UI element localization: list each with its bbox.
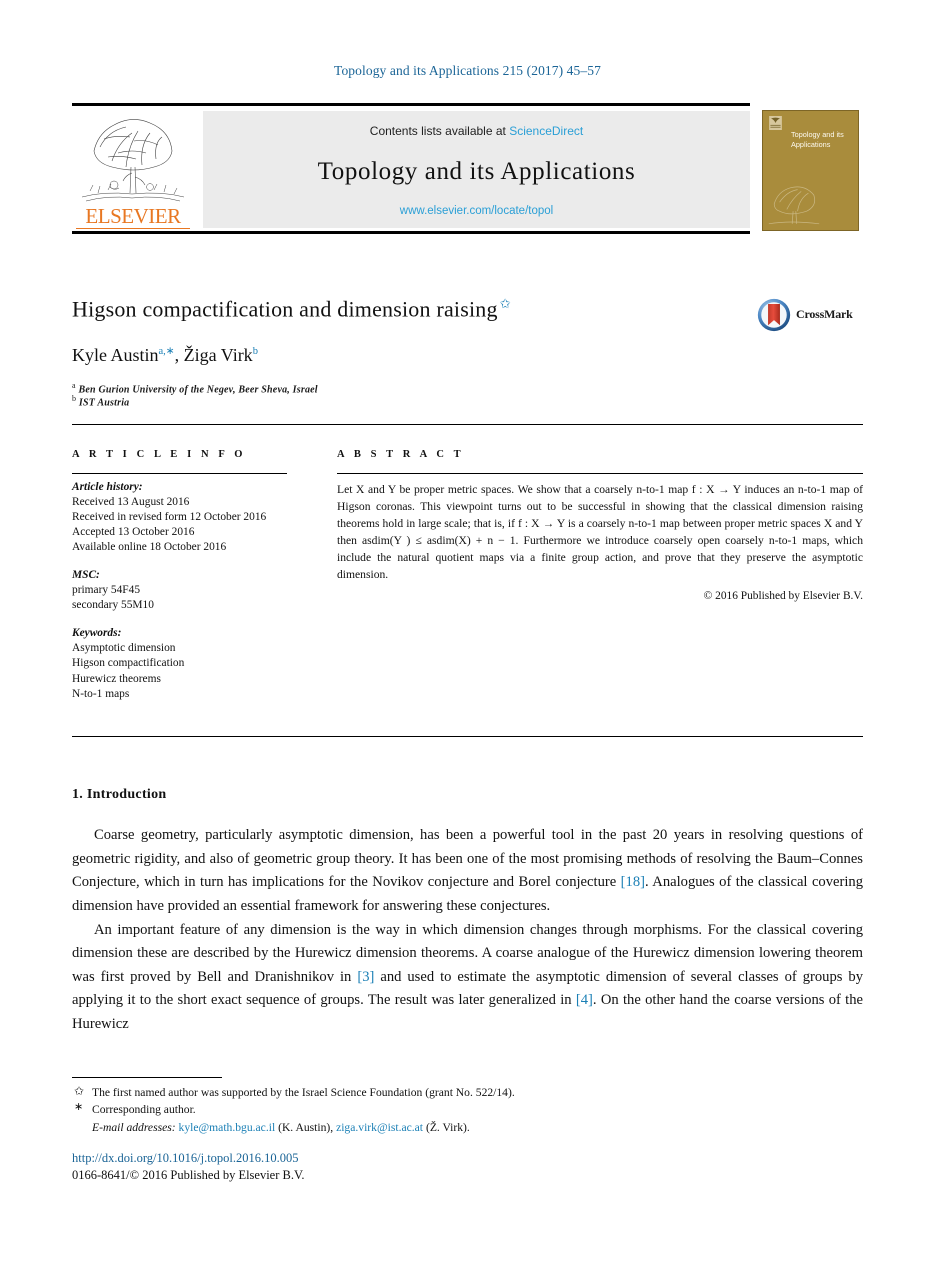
crossmark-badge[interactable]: CrossMark [757, 296, 857, 336]
article-history-block: Article history: Received 13 August 2016… [72, 480, 290, 555]
history-item: Accepted 13 October 2016 [72, 526, 195, 539]
section-heading-introduction: 1. Introduction [72, 787, 167, 802]
email-link-virk[interactable]: ziga.virk@ist.ac.at [336, 1121, 423, 1134]
abstract-rule [337, 473, 863, 475]
journal-title: Topology and its Applications [317, 158, 636, 185]
footnote-funding: ✩ The first named author was supported b… [72, 1084, 712, 1101]
article-info-column: Article history: Received 13 August 2016… [72, 480, 290, 702]
info-section-bottom-rule [72, 736, 863, 738]
elsevier-wordmark: ELSEVIER [85, 204, 181, 228]
author-2-marks[interactable]: b [253, 346, 258, 357]
sciencedirect-link[interactable]: ScienceDirect [509, 124, 583, 138]
msc-block: MSC: primary 54F45 secondary 55M10 [72, 568, 290, 613]
affiliation-b-text: IST Austria [78, 397, 130, 409]
affiliation-b-marker: b [72, 394, 77, 403]
title-footnote-marker[interactable]: ✩ [500, 296, 511, 311]
keyword-item: Hurewicz theorems [72, 672, 161, 685]
footnote-block: ✩ The first named author was supported b… [72, 1084, 712, 1136]
journal-url-link[interactable]: www.elsevier.com/locate/topol [203, 205, 750, 217]
email-owner-austin: (K. Austin), [278, 1120, 334, 1134]
msc-item: secondary 55M10 [72, 599, 154, 612]
paragraph-1: Coarse geometry, particularly asymptotic… [72, 824, 863, 919]
history-item: Received in revised form 12 October 2016 [72, 511, 267, 524]
footnote-asterisk-marker: ∗ [74, 1101, 84, 1114]
citation-ref-4[interactable]: [4] [576, 992, 593, 1008]
crossmark-icon [757, 298, 791, 332]
running-head: Topology and its Applications 215 (2017)… [334, 63, 601, 78]
email-link-austin[interactable]: kyle@math.bgu.ac.il [179, 1121, 276, 1134]
footnote-star-marker: ✩ [74, 1084, 85, 1098]
elsevier-underline [76, 227, 190, 229]
cover-tree-icon [768, 186, 820, 225]
footnote-funding-text: The first named author was supported by … [92, 1086, 515, 1099]
history-item: Available online 18 October 2016 [72, 541, 227, 554]
crossmark-label: CrossMark [796, 307, 853, 321]
keywords-block: Keywords: Asymptotic dimension Higson co… [72, 626, 290, 701]
paragraph-2: An important feature of any dimension is… [72, 919, 863, 1037]
abstract-text: Let X and Y be proper metric spaces. We … [337, 483, 863, 582]
footnote-corresponding-text: Corresponding author. [92, 1103, 196, 1117]
keyword-item: N-to-1 maps [72, 687, 130, 700]
paper-page: Topology and its Applications 215 (2017)… [0, 0, 935, 1266]
article-info-rule [72, 473, 287, 475]
doi-link[interactable]: http://dx.doi.org/10.1016/j.topol.2016.1… [72, 1151, 299, 1166]
msc-label: MSC: [72, 569, 100, 582]
abstract-copyright: © 2016 Published by Elsevier B.V. [703, 590, 863, 602]
info-section-top-rule [72, 424, 863, 426]
author-list: Kyle Austina,∗, Žiga Virkb [72, 345, 258, 365]
keywords-label: Keywords: [72, 627, 122, 640]
abstract-heading: A B S T R A C T [337, 449, 465, 460]
title-text: Higson compactification and dimension ra… [72, 296, 498, 322]
citation-ref-18[interactable]: [18] [621, 874, 645, 890]
introduction-body: Coarse geometry, particularly asymptotic… [72, 824, 863, 1037]
masthead-bottom-rule [72, 231, 750, 234]
footnote-rule [72, 1077, 222, 1079]
email-addresses-label: E-mail addresses: [92, 1120, 176, 1134]
contents-prefix: Contents lists available at [369, 124, 510, 138]
journal-masthead: ELSEVIER Contents lists available at Sci… [72, 103, 863, 234]
masthead-top-rule [72, 103, 750, 106]
cover-elsevier-icon [769, 116, 782, 130]
elsevier-logo: ELSEVIER [74, 111, 192, 229]
contents-available-line: Contents lists available at ScienceDirec… [203, 124, 750, 138]
cover-title: Topology and its Applications [791, 130, 844, 149]
email-owner-virk: (Ž. Virk). [425, 1120, 470, 1134]
page-title: Higson compactification and dimension ra… [72, 296, 732, 322]
footnote-emails: E-mail addresses: kyle@math.bgu.ac.il (K… [72, 1119, 712, 1136]
author-1-marks[interactable]: a,∗ [159, 346, 175, 357]
affiliation-a-marker: a [72, 381, 76, 390]
article-history-label: Article history: [72, 481, 143, 493]
masthead-panel: Contents lists available at ScienceDirec… [203, 111, 750, 228]
elsevier-tree-icon [81, 115, 185, 202]
keyword-item: Higson compactification [72, 657, 185, 670]
article-info-heading: A R T I C L E I N F O [72, 449, 247, 460]
citation-ref-3[interactable]: [3] [357, 969, 374, 985]
history-item: Received 13 August 2016 [72, 496, 190, 509]
keyword-item: Asymptotic dimension [72, 642, 176, 655]
issn-copyright-line: 0166-8641/© 2016 Published by Elsevier B… [72, 1168, 305, 1182]
author-name-2: Žiga Virk [183, 345, 253, 365]
msc-item: primary 54F45 [72, 584, 141, 597]
journal-cover-thumbnail[interactable]: Topology and its Applications [762, 110, 859, 231]
author-name-1: Kyle Austin [72, 345, 159, 365]
affiliation-b: b IST Austria [72, 394, 732, 408]
footnote-corresponding-author: ∗ Corresponding author. [72, 1101, 712, 1118]
